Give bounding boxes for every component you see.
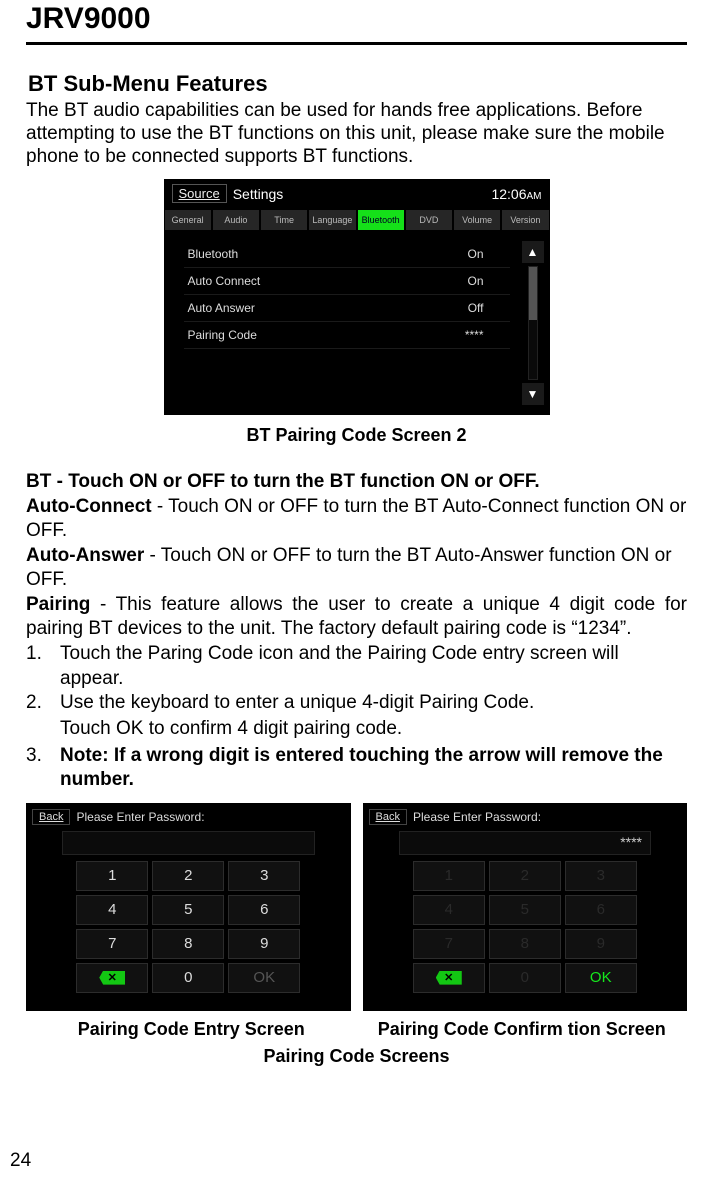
key-8[interactable]: 8 (152, 929, 224, 959)
row-value: **** (465, 328, 484, 342)
password-display: **** (399, 831, 652, 855)
keypad-screens-row: Back Please Enter Password: 1 2 3 4 5 6 … (26, 803, 687, 1011)
key-9[interactable]: 9 (228, 929, 300, 959)
key-0[interactable]: 0 (152, 963, 224, 993)
confirm-caption: Pairing Code Confirm tion Screen (357, 1019, 688, 1040)
scroll-up-icon[interactable]: ▲ (522, 241, 544, 263)
key-1[interactable]: 1 (413, 861, 485, 891)
key-4[interactable]: 4 (76, 895, 148, 925)
tab-dvd[interactable]: DVD (405, 209, 453, 231)
key-8[interactable]: 8 (489, 929, 561, 959)
steps-list: 1.Touch the Paring Code icon and the Pai… (26, 642, 687, 715)
keypad-captions: Pairing Code Entry Screen Pairing Code C… (26, 1019, 687, 1040)
header-rule (26, 42, 687, 45)
key-backspace[interactable]: ✕ (76, 963, 148, 993)
auto-connect-line: Auto-Connect - Touch ON or OFF to turn t… (26, 495, 687, 542)
section-intro: The BT audio capabilities can be used fo… (26, 99, 687, 169)
key-7[interactable]: 7 (413, 929, 485, 959)
key-backspace[interactable]: ✕ (413, 963, 485, 993)
source-button[interactable]: Source (172, 184, 227, 203)
keypad-prompt: Please Enter Password: (413, 810, 541, 824)
step-2b: Touch OK to confirm 4 digit pairing code… (60, 717, 687, 742)
pairing-confirm-screenshot: Back Please Enter Password: **** 1 2 3 4… (363, 803, 688, 1011)
key-6[interactable]: 6 (228, 895, 300, 925)
row-value: On (467, 274, 483, 288)
row-label: Pairing Code (188, 328, 257, 342)
scroll-thumb[interactable] (529, 267, 537, 321)
step-3: 3.Note: If a wrong digit is entered touc… (26, 744, 687, 793)
tab-language[interactable]: Language (308, 209, 356, 231)
row-label: Auto Answer (188, 301, 255, 315)
clock: 12:06AM (491, 186, 541, 202)
row-pairing-code[interactable]: Pairing Code **** (184, 322, 510, 349)
keypad-prompt: Please Enter Password: (76, 810, 204, 824)
key-3[interactable]: 3 (228, 861, 300, 891)
key-4[interactable]: 4 (413, 895, 485, 925)
key-9[interactable]: 9 (565, 929, 637, 959)
back-button[interactable]: Back (32, 809, 70, 825)
row-auto-answer[interactable]: Auto Answer Off (184, 295, 510, 322)
steps-list-2: 3.Note: If a wrong digit is entered touc… (26, 744, 687, 793)
tab-volume[interactable]: Volume (453, 209, 501, 231)
bt-settings-screenshot: Source Settings 12:06AM General Audio Ti… (164, 179, 550, 415)
row-label: Auto Connect (188, 274, 261, 288)
key-5[interactable]: 5 (489, 895, 561, 925)
scroll-down-icon[interactable]: ▼ (522, 383, 544, 405)
key-6[interactable]: 6 (565, 895, 637, 925)
key-3[interactable]: 3 (565, 861, 637, 891)
settings-label: Settings (233, 186, 284, 202)
backspace-icon: ✕ (436, 971, 462, 985)
backspace-icon: ✕ (99, 971, 125, 985)
source-button-label: Source (179, 186, 220, 201)
key-5[interactable]: 5 (152, 895, 224, 925)
step-2: 2.Use the keyboard to enter a unique 4-d… (26, 691, 687, 715)
scroll-track[interactable] (528, 266, 538, 380)
key-0[interactable]: 0 (489, 963, 561, 993)
key-ok[interactable]: OK (228, 963, 300, 993)
tab-general[interactable]: General (164, 209, 212, 231)
settings-tabs: General Audio Time Language Bluetooth DV… (164, 209, 550, 231)
entry-caption: Pairing Code Entry Screen (26, 1019, 357, 1040)
page-number: 24 (10, 1150, 31, 1172)
key-1[interactable]: 1 (76, 861, 148, 891)
back-button[interactable]: Back (369, 809, 407, 825)
step-1: 1.Touch the Paring Code icon and the Pai… (26, 642, 687, 691)
key-2[interactable]: 2 (489, 861, 561, 891)
bt-line: BT - Touch ON or OFF to turn the BT func… (26, 470, 687, 494)
tab-bluetooth[interactable]: Bluetooth (357, 209, 405, 231)
row-value: On (467, 247, 483, 261)
product-title: JRV9000 (26, 2, 687, 36)
tab-audio[interactable]: Audio (212, 209, 260, 231)
password-display (62, 831, 315, 855)
tab-time[interactable]: Time (260, 209, 308, 231)
bt-screenshot-caption: BT Pairing Code Screen 2 (26, 425, 687, 446)
row-auto-connect[interactable]: Auto Connect On (184, 268, 510, 295)
row-value: Off (468, 301, 484, 315)
section-title: BT Sub-Menu Features (28, 71, 687, 97)
key-2[interactable]: 2 (152, 861, 224, 891)
key-7[interactable]: 7 (76, 929, 148, 959)
row-bluetooth[interactable]: Bluetooth On (184, 241, 510, 268)
key-ok[interactable]: OK (565, 963, 637, 993)
keypad-row-caption: Pairing Code Screens (26, 1046, 687, 1067)
tab-version[interactable]: Version (501, 209, 549, 231)
auto-answer-line: Auto-Answer - Touch ON or OFF to turn th… (26, 544, 687, 591)
scrollbar[interactable]: ▲ ▼ (522, 241, 544, 405)
pairing-entry-screenshot: Back Please Enter Password: 1 2 3 4 5 6 … (26, 803, 351, 1011)
row-label: Bluetooth (188, 247, 239, 261)
pairing-line: Pairing - This feature allows the user t… (26, 593, 687, 640)
